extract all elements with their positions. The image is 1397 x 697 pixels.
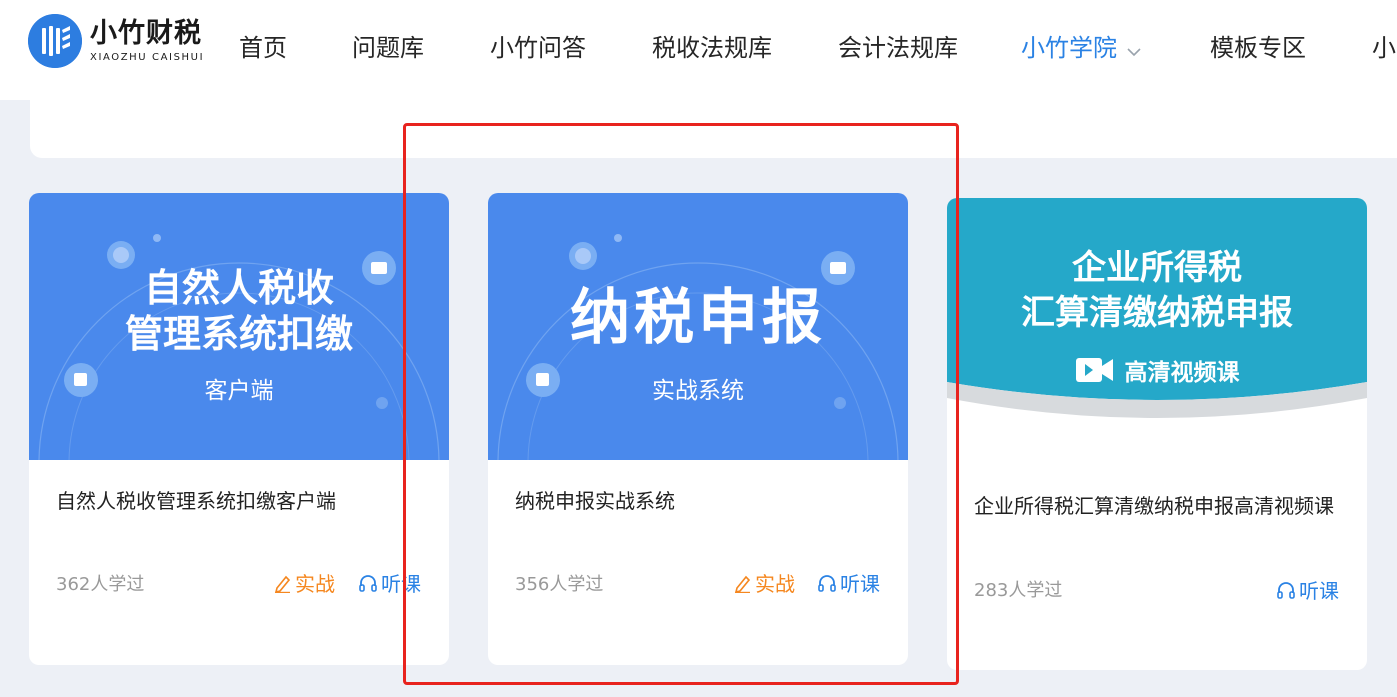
banner-subtitle: 高清视频课 bbox=[1124, 360, 1240, 386]
listen-label: 听课 bbox=[381, 572, 421, 596]
video-camera-icon bbox=[1075, 358, 1113, 382]
practice-label: 实战 bbox=[295, 572, 335, 596]
learner-count: 283人学过 bbox=[974, 580, 1063, 601]
nav-item-question-bank[interactable]: 问题库 bbox=[352, 28, 424, 63]
brand-name-en: XIAOZHU CAISHUI bbox=[90, 52, 205, 63]
nav-item-tax-law[interactable]: 税收法规库 bbox=[652, 28, 772, 63]
banner-subtitle-row: 高清视频课 bbox=[947, 353, 1367, 387]
headphones-icon bbox=[1277, 581, 1295, 599]
banner-title-line: 管理系统扣缴 bbox=[124, 311, 353, 356]
banner-subtitle: 实战系统 bbox=[652, 378, 744, 404]
practice-label: 实战 bbox=[755, 572, 795, 596]
course-card[interactable]: 纳税申报 实战系统 纳税申报实战系统 356人学过 实战 听课 bbox=[488, 193, 908, 665]
site-header: 小竹财税 XIAOZHU CAISHUI 首页 问题库 小竹问答 税收法规库 会… bbox=[0, 0, 1397, 100]
course-banner: 纳税申报 实战系统 bbox=[488, 193, 908, 460]
nav-item-academy[interactable]: 小竹学院 bbox=[1021, 28, 1141, 63]
banner-subtitle: 客户端 bbox=[204, 378, 274, 404]
learner-count: 356人学过 bbox=[515, 574, 604, 595]
course-title[interactable]: 自然人税收管理系统扣缴客户端 bbox=[56, 485, 426, 517]
course-card[interactable]: 企业所得税 汇算清缴纳税申报 高清视频课 企业所得税汇算清缴纳税申报高清视频课 … bbox=[947, 198, 1367, 670]
course-banner: 自然人税收 管理系统扣缴 客户端 bbox=[29, 193, 449, 460]
course-banner: 企业所得税 汇算清缴纳税申报 高清视频课 bbox=[947, 198, 1367, 438]
pencil-icon bbox=[734, 575, 751, 593]
brand-logo[interactable]: 小竹财税 XIAOZHU CAISHUI bbox=[28, 14, 204, 68]
listen-button[interactable]: 听课 bbox=[358, 568, 421, 597]
bamboo-logo-icon bbox=[28, 14, 82, 68]
banner-title-line: 汇算清缴纳税申报 bbox=[1021, 293, 1293, 333]
brand-name: 小竹财税 bbox=[90, 18, 202, 49]
practice-button[interactable]: 实战 bbox=[734, 568, 795, 597]
pencil-icon bbox=[274, 575, 291, 593]
learner-count: 362人学过 bbox=[56, 574, 145, 595]
course-title[interactable]: 企业所得税汇算清缴纳税申报高清视频课 bbox=[974, 490, 1344, 522]
nav-item-academy-label: 小竹学院 bbox=[1021, 34, 1117, 62]
practice-button[interactable]: 实战 bbox=[274, 568, 335, 597]
banner-title-line: 企业所得税 bbox=[1072, 248, 1242, 288]
banner-title-line: 自然人税收 bbox=[143, 265, 334, 310]
course-card[interactable]: 自然人税收 管理系统扣缴 客户端 自然人税收管理系统扣缴客户端 362人学过 实… bbox=[29, 193, 449, 665]
headphones-icon bbox=[359, 574, 377, 592]
listen-label: 听课 bbox=[1299, 579, 1339, 603]
listen-button[interactable]: 听课 bbox=[1276, 575, 1339, 604]
nav-item-accounting-law[interactable]: 会计法规库 bbox=[838, 28, 958, 63]
nav-item-home[interactable]: 首页 bbox=[239, 28, 287, 63]
nav-item-templates[interactable]: 模板专区 bbox=[1210, 28, 1306, 63]
nav-item-more[interactable]: 小 bbox=[1372, 28, 1396, 63]
course-title[interactable]: 纳税申报实战系统 bbox=[515, 485, 885, 517]
nav-item-qa[interactable]: 小竹问答 bbox=[490, 28, 586, 63]
chevron-down-icon bbox=[1127, 35, 1141, 63]
headphones-icon bbox=[818, 574, 836, 592]
listen-button[interactable]: 听课 bbox=[817, 568, 880, 597]
listen-label: 听课 bbox=[840, 572, 880, 596]
banner-title-line: 纳税申报 bbox=[570, 283, 826, 353]
